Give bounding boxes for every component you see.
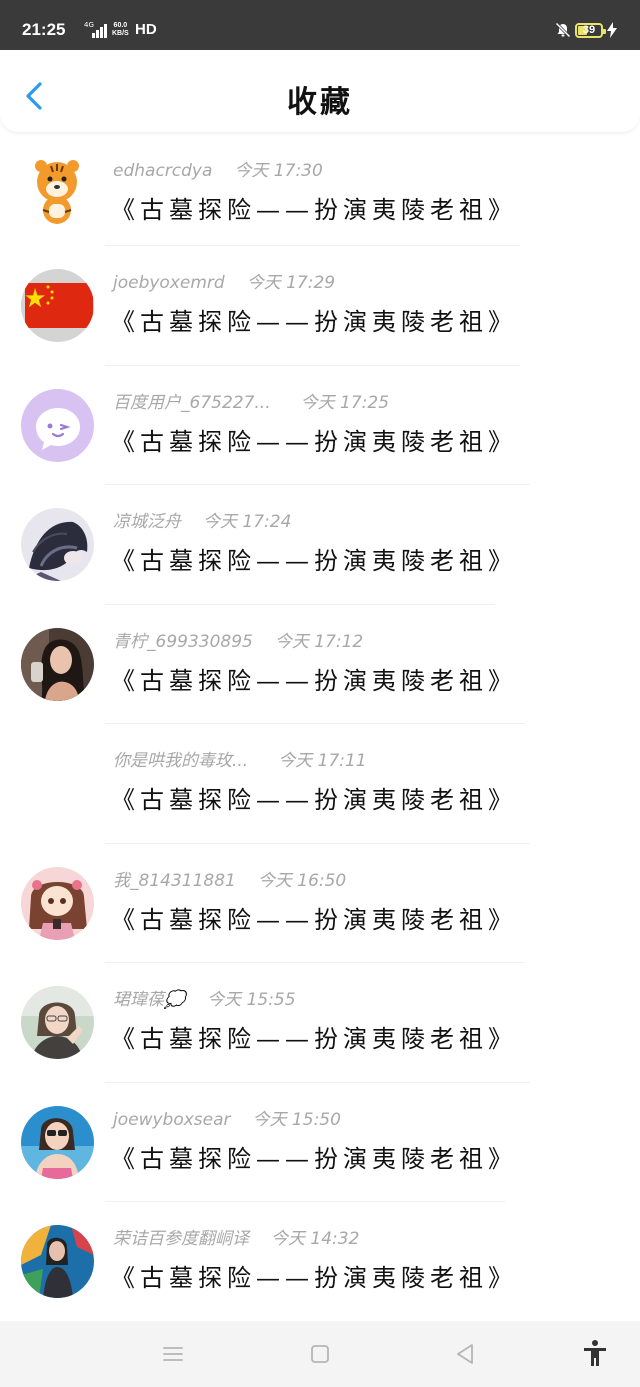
timestamp: 今天 16:50 [257, 870, 347, 891]
user-name: 你是哄我的毒玫... [113, 751, 249, 771]
user-name: 荣诘百参度翻峒译 [113, 1229, 249, 1249]
work-title: 《古墓探险——扮演夷陵老祖》 [111, 196, 517, 224]
list-item[interactable]: joebyoxemrd 今天 17:29 《古墓探险——扮演夷陵老祖》 [0, 246, 640, 366]
user-name: 百度用户_675227... [113, 392, 271, 413]
network-speed-value: 60.0 [113, 22, 128, 29]
item-meta: 凉城泛舟 今天 17:24 [113, 507, 291, 532]
girl-avatar-2 [21, 1105, 94, 1179]
network-speed-unit: KB/S [112, 30, 129, 37]
anime-avatar [21, 508, 94, 581]
timestamp: 今天 17:30 [234, 161, 323, 181]
girl-avatar [21, 986, 94, 1059]
battery-level: 39 [582, 24, 596, 36]
user-name: 青柠_699330895 [113, 631, 253, 652]
flag-avatar [21, 269, 94, 342]
work-title: 《古墓探险——扮演夷陵老祖》 [111, 786, 517, 814]
list-item[interactable]: 青柠_699330895 今天 17:12 《古墓探险——扮演夷陵老祖》 [0, 605, 640, 724]
timestamp: 今天 15:50 [252, 1109, 341, 1130]
timestamp: 今天 17:29 [246, 273, 336, 293]
user-name: edhacrcdya [113, 161, 213, 181]
work-title: 《古墓探险——扮演夷陵老祖》 [111, 1264, 517, 1292]
item-meta: 你是哄我的毒玫... 今天 17:11 [113, 746, 367, 771]
item-meta: 百度用户_675227... 今天 17:25 [113, 388, 389, 413]
hd-indicator: HD [135, 21, 157, 38]
list-item[interactable]: 你是哄我的毒玫... 今天 17:11 《古墓探险——扮演夷陵老祖》 [0, 724, 640, 844]
page-title: 收藏 [287, 85, 353, 120]
work-title: 《古墓探险——扮演夷陵老祖》 [111, 427, 517, 456]
user-name: 凉城泛舟 [113, 512, 181, 532]
status-time: 21:25 [22, 20, 66, 39]
graffiti-avatar [21, 1225, 94, 1298]
work-title: 《古墓探险——扮演夷陵老祖》 [111, 308, 517, 336]
user-name: 珺瑋葆💭 [113, 990, 186, 1010]
tiger-avatar [35, 160, 79, 224]
item-meta: 我_814311881 今天 16:50 [113, 866, 346, 891]
work-title: 《古墓探险——扮演夷陵老祖》 [111, 666, 517, 695]
item-meta: joewyboxsear 今天 15:50 [113, 1105, 341, 1130]
user-name: 我_814311881 [113, 870, 236, 891]
work-title: 《古墓探险——扮演夷陵老祖》 [111, 547, 517, 575]
header: 收藏 [0, 50, 640, 132]
timestamp: 今天 17:12 [274, 631, 364, 652]
list-item[interactable]: 珺瑋葆💭 今天 15:55 《古墓探险——扮演夷陵老祖》 [0, 963, 640, 1083]
list-item[interactable]: 凉城泛舟 今天 17:24 《古墓探险——扮演夷陵老祖》 [0, 485, 640, 605]
user-name: joewyboxsear [113, 1109, 231, 1130]
timestamp: 今天 14:32 [271, 1229, 360, 1249]
system-nav-bar [0, 1321, 640, 1387]
menu-icon[interactable] [160, 1341, 186, 1367]
default-chat-avatar [21, 388, 94, 462]
work-title: 《古墓探险——扮演夷陵老祖》 [111, 905, 517, 934]
photo-avatar [21, 627, 94, 701]
list-item[interactable]: 荣诘百参度翻峒译 今天 14:32 《古墓探险——扮演夷陵老祖》 [0, 1202, 640, 1322]
battery-icon: 39 [575, 23, 606, 38]
timestamp: 今天 15:55 [207, 990, 296, 1010]
timestamp: 今天 17:25 [300, 392, 390, 413]
item-meta: edhacrcdya 今天 17:30 [113, 156, 323, 181]
signal-bars-icon [92, 24, 108, 38]
timestamp: 今天 17:11 [278, 751, 367, 771]
item-meta: 青柠_699330895 今天 17:12 [113, 627, 363, 652]
work-title: 《古墓探险——扮演夷陵老祖》 [111, 1144, 517, 1173]
network-speed: 60.0 KB/S [112, 22, 129, 38]
user-name: joebyoxemrd [113, 273, 225, 293]
list-item[interactable]: 百度用户_675227... 今天 17:25 《古墓探险——扮演夷陵老祖》 [0, 366, 640, 485]
mute-icon [555, 22, 571, 38]
accessibility-icon[interactable] [581, 1339, 609, 1367]
list-item[interactable]: joewyboxsear 今天 15:50 《古墓探险——扮演夷陵老祖》 [0, 1083, 640, 1202]
list-item[interactable]: edhacrcdya 今天 17:30 《古墓探险——扮演夷陵老祖》 [0, 132, 640, 246]
favorites-list: edhacrcdya 今天 17:30 《古墓探险——扮演夷陵老祖》 joebyo… [0, 132, 640, 1322]
work-title: 《古墓探险——扮演夷陵老祖》 [111, 1025, 517, 1053]
item-meta: joebyoxemrd 今天 17:29 [113, 268, 335, 293]
charging-icon [607, 22, 617, 38]
back-triangle-icon[interactable] [452, 1341, 478, 1367]
home-square-icon[interactable] [307, 1341, 333, 1367]
item-meta: 珺瑋葆💭 今天 15:55 [113, 985, 296, 1010]
doll-avatar [21, 866, 94, 940]
status-bar: 21:25 4G 60.0 KB/S HD 39 [0, 0, 640, 50]
list-item[interactable]: 我_814311881 今天 16:50 《古墓探险——扮演夷陵老祖》 [0, 844, 640, 963]
item-meta: 荣诘百参度翻峒译 今天 14:32 [113, 1224, 359, 1249]
timestamp: 今天 17:24 [203, 512, 292, 532]
